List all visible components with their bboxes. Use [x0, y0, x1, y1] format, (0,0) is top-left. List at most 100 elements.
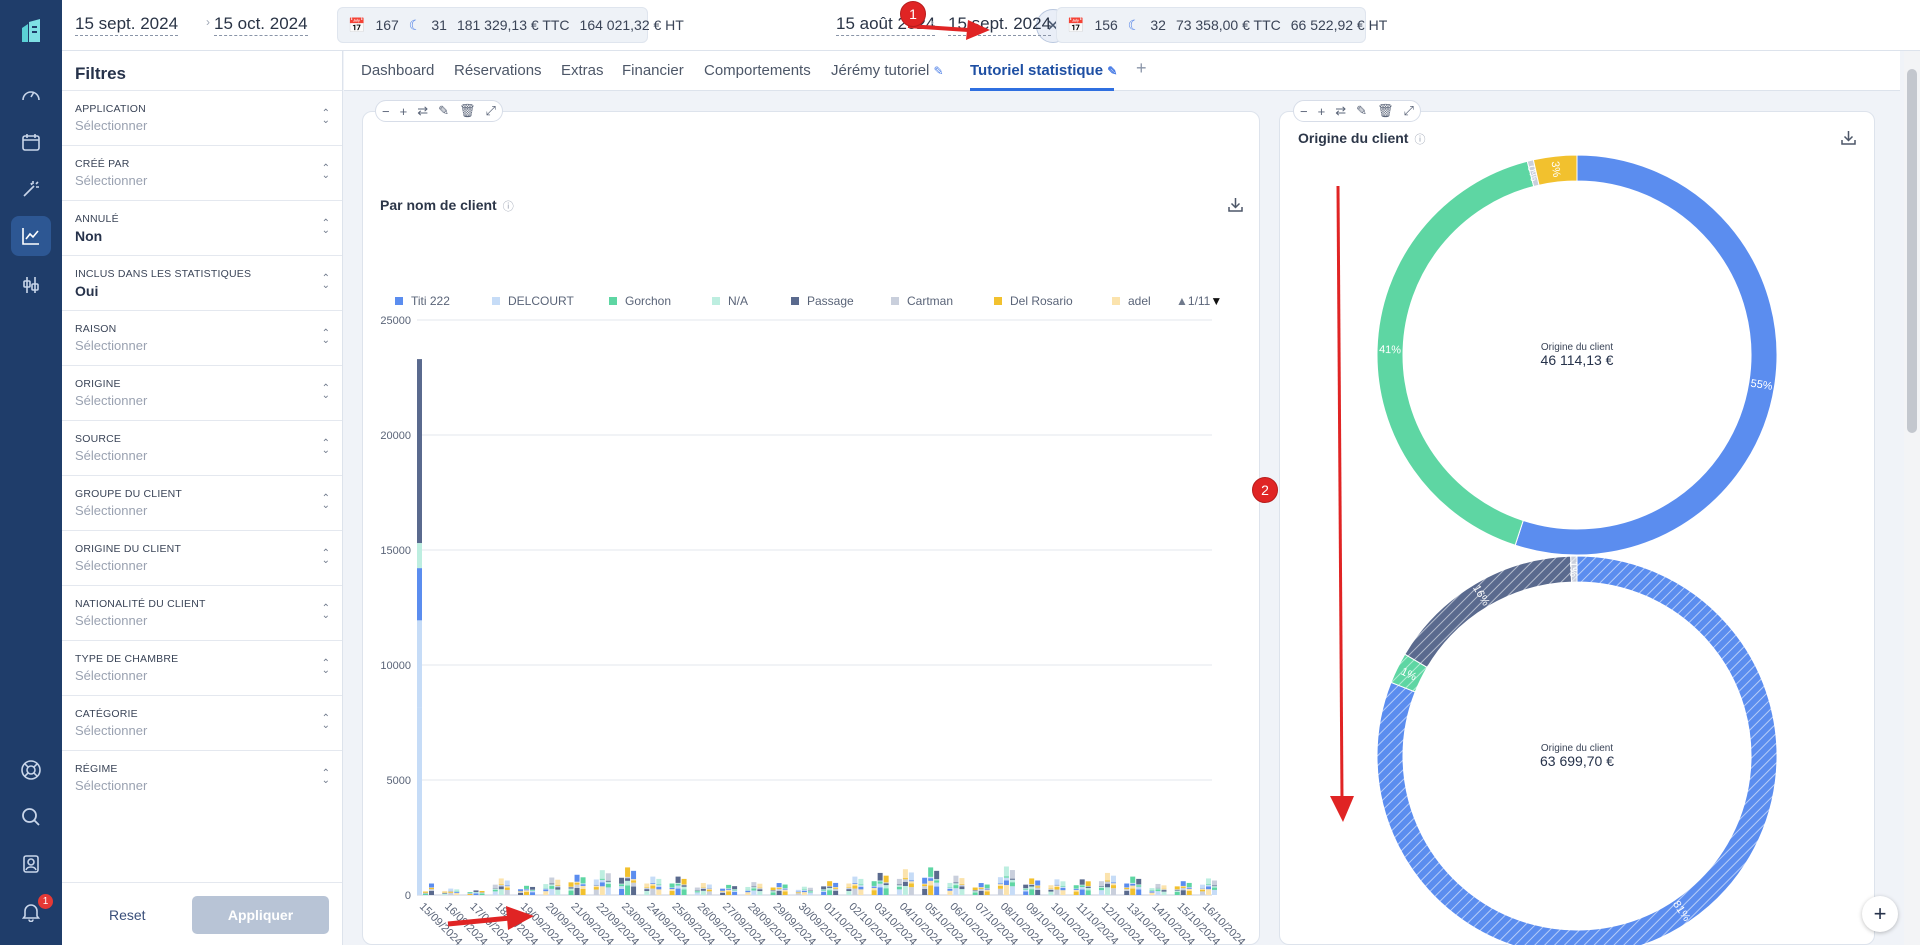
bar-segment: [795, 893, 801, 895]
apply-button[interactable]: Appliquer: [192, 896, 329, 934]
tab-comportements[interactable]: Comportements: [704, 62, 811, 79]
bar-segment: [883, 885, 889, 889]
tab-reservations[interactable]: Réservations: [454, 62, 542, 79]
bar-stack: [720, 884, 738, 895]
filter-row[interactable]: SOURCE Sélectionner ⌃ ⌄: [62, 420, 342, 475]
swap-icon[interactable]: ⇄: [417, 103, 428, 119]
bar-segment: [947, 890, 953, 895]
zoom-in-icon[interactable]: +: [400, 104, 408, 119]
period1-end-date[interactable]: 15 oct. 2024: [214, 14, 308, 36]
bar-segment: [498, 884, 504, 887]
bar-segment: [801, 889, 807, 891]
legend-prev-triangle-icon[interactable]: ▲: [1176, 294, 1188, 308]
legend-item[interactable]: Titi 222: [395, 294, 450, 308]
filter-row[interactable]: CATÉGORIE Sélectionner ⌃ ⌄: [62, 695, 342, 750]
statistics-chart-icon[interactable]: [11, 216, 51, 256]
bar-segment: [833, 888, 839, 891]
filter-row[interactable]: ORIGINE DU CLIENT Sélectionner ⌃ ⌄: [62, 530, 342, 585]
legend-item[interactable]: Passage: [791, 294, 854, 308]
bar-segment: [833, 887, 839, 889]
period1-start-date[interactable]: 15 sept. 2024: [75, 14, 179, 36]
legend-item[interactable]: Del Rosario: [994, 294, 1073, 308]
fullscreen-icon[interactable]: ⤢: [1404, 103, 1414, 119]
page-scrollbar[interactable]: [1904, 51, 1920, 945]
filter-row[interactable]: RAISON Sélectionner ⌃ ⌄: [62, 310, 342, 365]
sliders-icon[interactable]: [16, 270, 46, 300]
bar-segment: [1174, 886, 1180, 890]
dashboard-gauge-icon[interactable]: [16, 80, 46, 110]
bar-segment: [549, 886, 555, 889]
delete-trash-icon[interactable]: 🗑: [459, 103, 476, 119]
bar-segment: [782, 884, 788, 889]
bar-segment: [498, 878, 504, 885]
bar-segment: [1212, 885, 1217, 887]
bar-segment: [902, 879, 908, 882]
filter-row[interactable]: NATIONALITÉ DU CLIENT Sélectionner ⌃ ⌄: [62, 585, 342, 640]
filter-row[interactable]: TYPE DE CHAMBRE Sélectionner ⌃ ⌄: [62, 640, 342, 695]
bar-segment: [1155, 889, 1161, 892]
filter-row[interactable]: GROUPE DU CLIENT Sélectionner ⌃ ⌄: [62, 475, 342, 530]
contact-card-icon[interactable]: [16, 849, 46, 879]
bar-segment: [1149, 892, 1155, 895]
delete-trash-icon[interactable]: 🗑: [1377, 103, 1394, 119]
bar-segment: [902, 885, 908, 895]
legend-swatch: [791, 297, 799, 305]
magic-wand-icon[interactable]: [16, 174, 46, 204]
legend-item[interactable]: Cartman: [891, 294, 953, 308]
download-icon[interactable]: [1227, 196, 1244, 217]
filter-row[interactable]: ORIGINE Sélectionner ⌃ ⌄: [62, 365, 342, 420]
legend-item[interactable]: N/A: [712, 294, 748, 308]
add-tab-plus-icon[interactable]: +: [1136, 58, 1147, 79]
filter-label: RÉGIME: [75, 763, 118, 775]
bar-segment: [978, 888, 984, 891]
bar-segment: [1130, 876, 1136, 883]
tab-extras[interactable]: Extras: [561, 62, 604, 79]
help-lifebuoy-icon[interactable]: [16, 755, 46, 785]
app-logo[interactable]: [18, 18, 44, 44]
filter-row[interactable]: INCLUS DANS LES STATISTIQUES Oui ⌃ ⌄: [62, 255, 342, 310]
bar-segment: [1104, 872, 1110, 881]
swap-icon[interactable]: ⇄: [1335, 103, 1346, 119]
period2-end-date[interactable]: 15 sept. 2024: [948, 14, 1052, 36]
legend-item[interactable]: Gorchon: [609, 294, 671, 308]
tab-label: Jérémy tutoriel: [831, 62, 930, 79]
legend-item[interactable]: adel: [1112, 294, 1151, 308]
filter-row[interactable]: APPLICATION Sélectionner ⌃ ⌄: [62, 90, 342, 145]
y-tick-label: 20000: [380, 430, 411, 442]
calendar-icon[interactable]: [16, 127, 46, 157]
bar-segment: [524, 890, 530, 892]
bar-segment: [467, 893, 473, 895]
filter-row[interactable]: CRÉÉ PAR Sélectionner ⌃ ⌄: [62, 145, 342, 200]
legend-item[interactable]: DELCOURT: [492, 294, 574, 308]
bar-segment: [1060, 881, 1066, 887]
zoom-in-icon[interactable]: +: [1318, 104, 1326, 119]
bar-segment: [1104, 880, 1110, 882]
bar-segment: [1155, 891, 1161, 895]
legend-next-triangle-icon[interactable]: ▼: [1210, 294, 1222, 308]
filter-row[interactable]: ANNULÉ Non ⌃ ⌄: [62, 200, 342, 255]
dashboard-tabs: Dashboard Réservations Extras Financier …: [344, 51, 1900, 91]
edit-icon[interactable]: ✎: [1107, 64, 1117, 78]
filter-row[interactable]: RÉGIME Sélectionner ⌃ ⌄: [62, 750, 342, 805]
zoom-out-icon[interactable]: −: [1300, 104, 1308, 119]
bar-segment: [599, 886, 605, 895]
reset-button[interactable]: Reset: [109, 907, 146, 923]
add-widget-plus-button[interactable]: +: [1862, 896, 1898, 932]
tab-tutoriel-statistique[interactable]: Tutoriel statistique ✎: [970, 62, 1117, 79]
edit-icon[interactable]: ✎: [438, 103, 449, 119]
fullscreen-icon[interactable]: ⤢: [486, 103, 496, 119]
zoom-out-icon[interactable]: −: [382, 104, 390, 119]
search-icon[interactable]: [16, 802, 46, 832]
scrollbar-thumb[interactable]: [1907, 69, 1917, 433]
bar-segment: [934, 886, 940, 895]
bar-segment: [1029, 886, 1035, 890]
edit-icon[interactable]: ✎: [934, 64, 944, 78]
bar-stack: [1023, 878, 1041, 895]
info-icon[interactable]: ⓘ: [503, 201, 514, 213]
tab-financier[interactable]: Financier: [622, 62, 684, 79]
bar-segment: [801, 889, 807, 891]
legend-label: Gorchon: [625, 294, 672, 308]
tab-dashboard[interactable]: Dashboard: [361, 62, 434, 79]
tab-jeremy-tutoriel[interactable]: Jérémy tutoriel ✎: [831, 62, 944, 79]
edit-icon[interactable]: ✎: [1356, 103, 1367, 119]
